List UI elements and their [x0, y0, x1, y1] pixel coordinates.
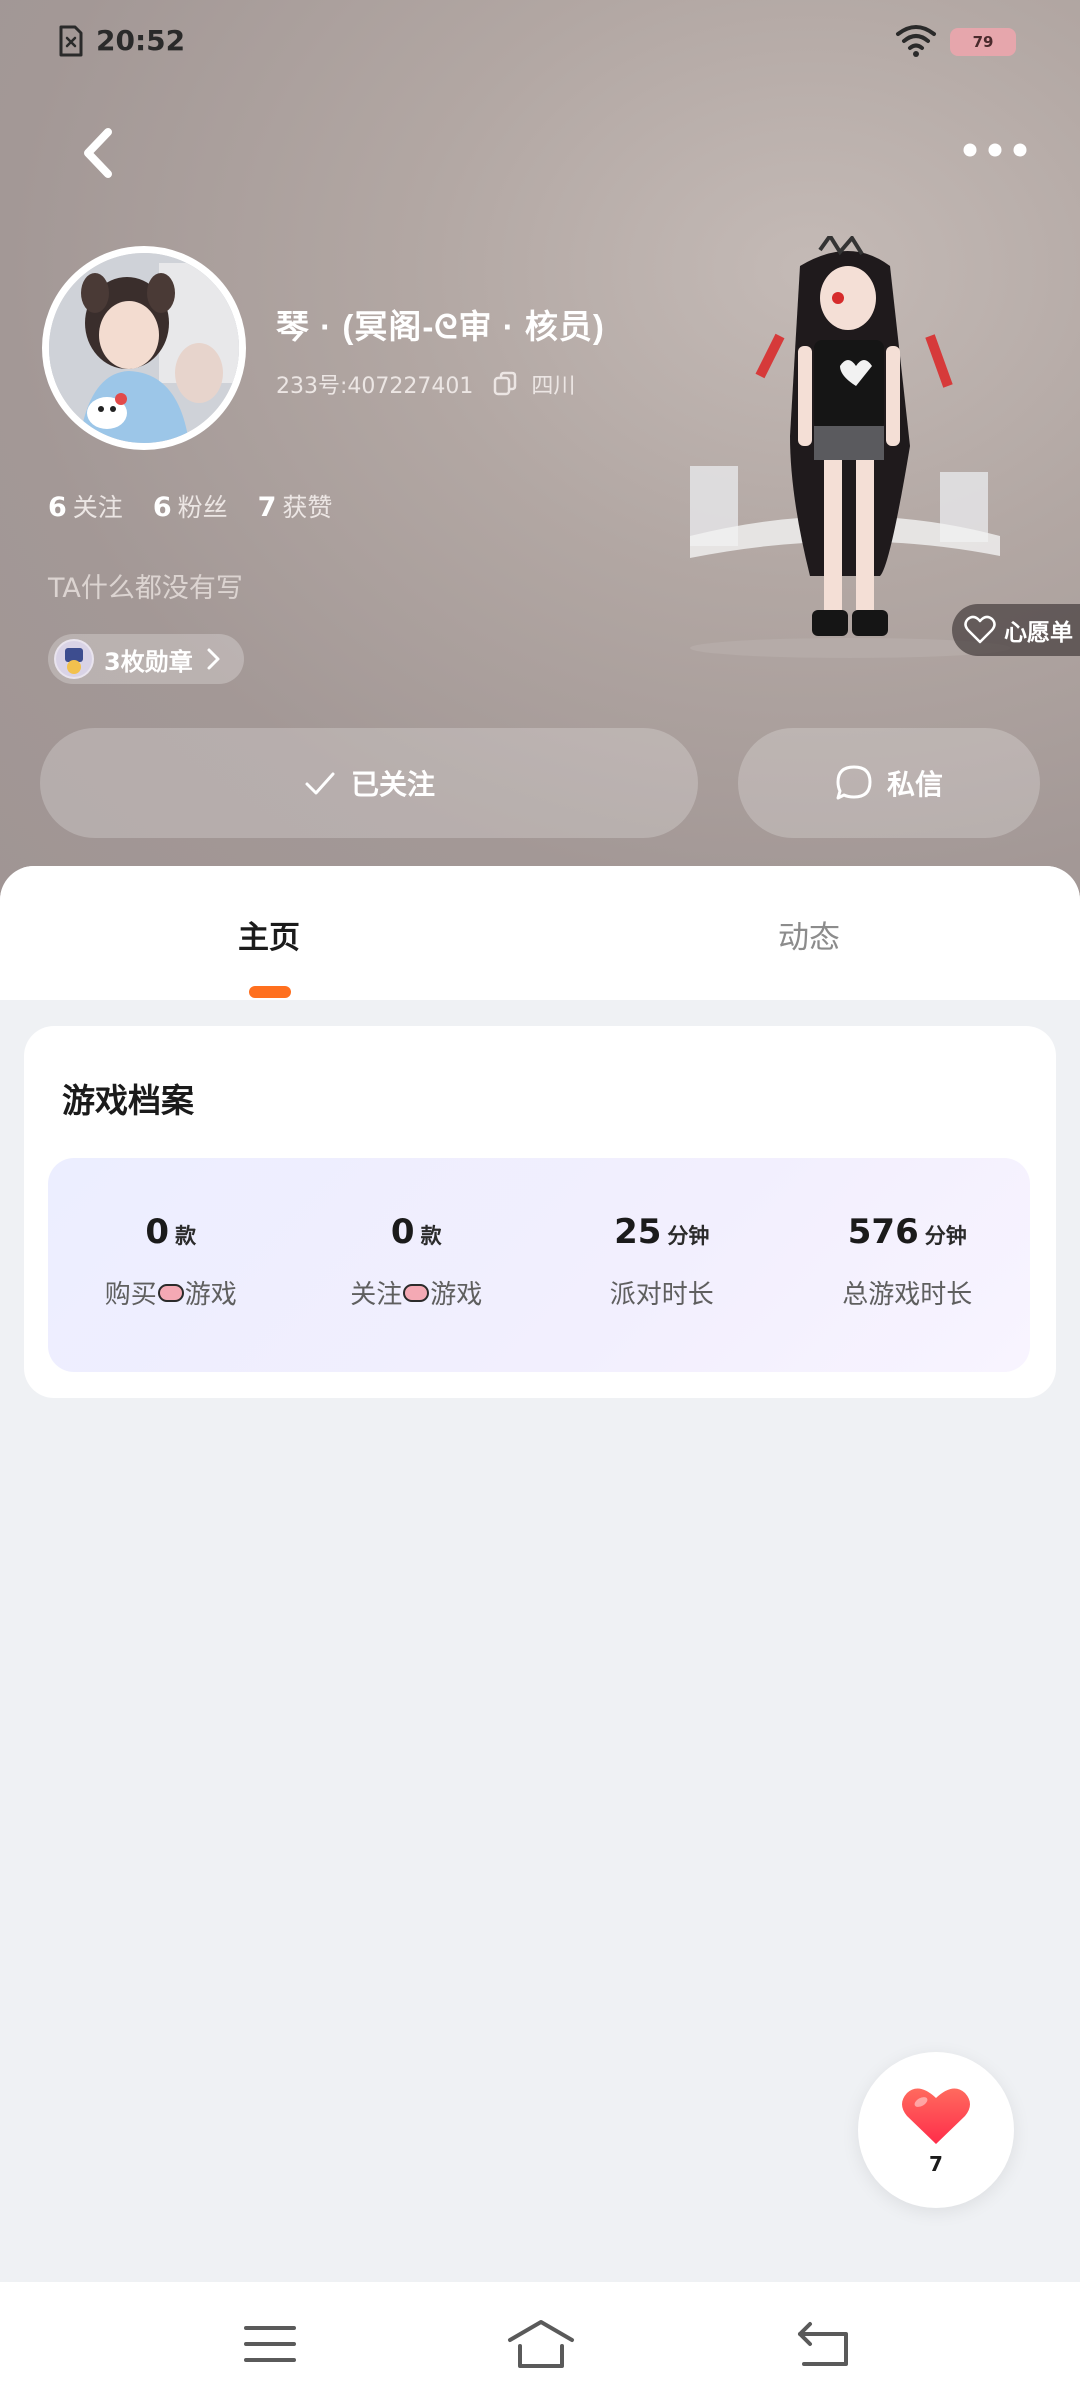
- status-bar: 20:52 79: [0, 0, 1080, 80]
- chat-icon: [836, 765, 872, 800]
- tab-home[interactable]: 主页: [238, 912, 300, 957]
- wifi-icon: [896, 25, 936, 57]
- status-time: 20:52: [96, 24, 186, 57]
- avatar[interactable]: [42, 246, 246, 450]
- medal-icon: [54, 639, 94, 679]
- heart-outline-icon: [964, 615, 996, 644]
- back-icon[interactable]: [70, 118, 130, 188]
- character-avatar[interactable]: [680, 236, 1010, 666]
- more-icon[interactable]: [960, 130, 1030, 170]
- heart-icon: [902, 2088, 970, 2144]
- location: 四川: [531, 374, 576, 399]
- battery-indicator: 79: [950, 28, 1016, 56]
- avatar-photo: [49, 253, 239, 443]
- bio: TA什么都没有写: [48, 573, 243, 604]
- followed-games-stat[interactable]: 0款 关注 游戏: [294, 1158, 540, 1372]
- follow-button[interactable]: 已关注: [40, 728, 698, 838]
- like-count: 7: [929, 2152, 943, 2176]
- username: 琴 · (冥阁-ᘓ审 · 核员): [276, 308, 605, 345]
- follow-label: 已关注: [350, 768, 435, 801]
- medals-label: 3枚勋章: [104, 647, 193, 676]
- check-icon: [305, 772, 335, 795]
- following-stat[interactable]: 6 关注: [48, 488, 123, 524]
- wishlist-label: 心愿单: [1004, 620, 1073, 646]
- system-nav-bar: [0, 2282, 1080, 2408]
- message-label: 私信: [886, 768, 943, 801]
- message-button[interactable]: 私信: [738, 728, 1040, 838]
- like-button[interactable]: 7: [858, 2052, 1014, 2208]
- party-time-stat[interactable]: 25 分钟 派对时长: [539, 1158, 785, 1372]
- tab-bar: 主页 动态: [0, 866, 1080, 1000]
- purchased-games-stat[interactable]: 0款 购买 游戏: [48, 1158, 294, 1372]
- medals-button[interactable]: 3枚勋章: [48, 634, 244, 684]
- followers-stat[interactable]: 6 粉丝: [153, 488, 228, 524]
- tab-indicator: [249, 986, 291, 998]
- chevron-right-icon: [207, 648, 220, 670]
- return-icon[interactable]: [794, 2316, 854, 2372]
- game-stats: 0款 购买 游戏 0款 关注 游戏 25 分钟 派对时长 576 分钟 总游戏时长: [48, 1158, 1030, 1372]
- game-archive-card: 游戏档案 0款 购买 游戏 0款 关注 游戏 25 分钟 派对时长 576 分钟 总游戏…: [24, 1026, 1056, 1398]
- total-play-time-stat[interactable]: 576 分钟 总游戏时长: [785, 1158, 1031, 1372]
- sim-icon: [59, 25, 83, 57]
- home-icon[interactable]: [506, 2316, 576, 2372]
- pill-icon: [403, 1283, 430, 1302]
- menu-icon[interactable]: [240, 2316, 300, 2372]
- user-id-row: 233号:407227401 四川: [276, 368, 575, 400]
- social-stats: 6 关注 6 粉丝 7 获赞: [48, 488, 332, 524]
- profile-header: 20:52 79 琴 · (冥阁-ᘓ审 · 核员) 233号:407227401…: [0, 0, 1080, 900]
- copy-icon[interactable]: [491, 370, 519, 398]
- game-archive-title: 游戏档案: [62, 1081, 194, 1120]
- pill-icon: [157, 1283, 184, 1302]
- likes-stat[interactable]: 7 获赞: [258, 488, 333, 524]
- user-id: 233号:407227401: [276, 374, 474, 399]
- tab-feed[interactable]: 动态: [778, 912, 840, 957]
- wishlist-button[interactable]: 心愿单: [952, 604, 1080, 656]
